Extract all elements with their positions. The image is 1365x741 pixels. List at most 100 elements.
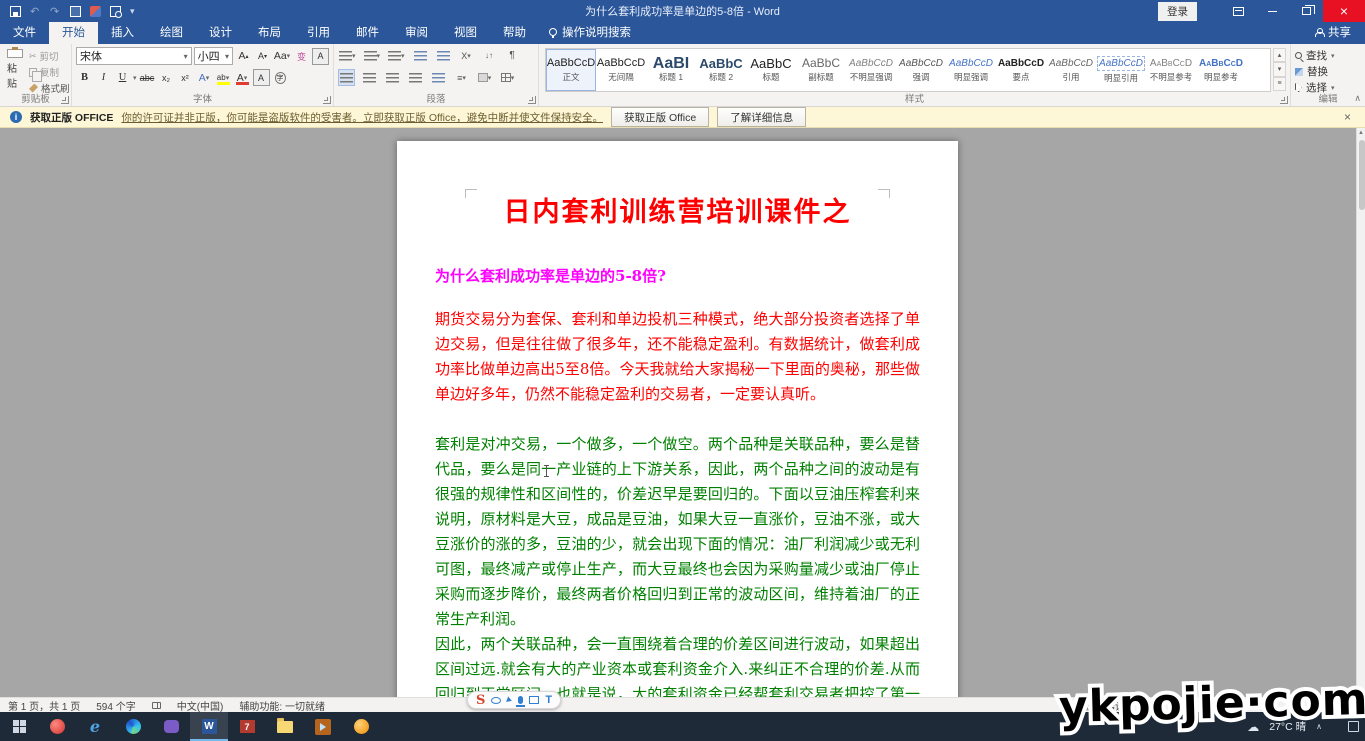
justify-button[interactable] — [407, 69, 424, 86]
taskbar-icon-orange[interactable] — [342, 712, 380, 741]
ribbon-display-options-button[interactable] — [1221, 0, 1255, 22]
restore-button[interactable] — [1289, 0, 1323, 22]
share-button[interactable]: 共享 — [1301, 20, 1365, 44]
s-logo-icon[interactable]: S — [476, 694, 485, 707]
strikethrough-button[interactable]: abc — [139, 69, 156, 86]
copy-button[interactable]: 复制 — [29, 65, 70, 79]
print-preview-icon[interactable] — [110, 6, 121, 17]
taskbar-icon-recorder[interactable] — [304, 712, 342, 741]
paste-button[interactable]: 粘贴 — [4, 47, 26, 92]
paragraph-dialog-launcher[interactable] — [528, 96, 536, 104]
accessibility-status[interactable]: 辅助功能: 一切就绪 — [239, 698, 325, 713]
font-dialog-launcher[interactable] — [323, 96, 331, 104]
ribbon-tab[interactable]: 引用 — [294, 20, 343, 44]
bullets-button[interactable]: ▾ — [338, 47, 357, 64]
style-item[interactable]: AaBbCcD 明显强调 — [946, 49, 996, 91]
change-case-button[interactable]: Aa▾ — [273, 48, 291, 65]
ribbon-tab[interactable]: 邮件 — [343, 20, 392, 44]
ribbon-tab[interactable]: 视图 — [441, 20, 490, 44]
shading-button[interactable]: ▾ — [476, 69, 493, 86]
scroll-up-icon[interactable]: ▲ — [1357, 128, 1365, 138]
asian-layout-button[interactable]: X▾ — [458, 47, 475, 64]
italic-button[interactable]: I — [95, 69, 112, 86]
bold-button[interactable]: B — [76, 69, 93, 86]
language-indicator[interactable]: 中文(中国) — [177, 698, 224, 713]
message-bar-close-icon[interactable]: × — [1340, 110, 1355, 124]
document-page[interactable]: 日内套利训练营培训课件之 为什么套利成功率是单边的5-8倍? 期货交易分为套保、… — [397, 141, 958, 697]
ribbon-tab[interactable]: 设计 — [196, 20, 245, 44]
ribbon-tab[interactable]: 开始 — [49, 20, 98, 44]
numbering-button[interactable]: ▾ — [363, 47, 382, 64]
taskbar-icon-gamebar[interactable] — [152, 712, 190, 741]
style-item[interactable]: AaBbCcD 要点 — [996, 49, 1046, 91]
sign-in-button[interactable]: 登录 — [1158, 2, 1197, 21]
taskbar-icon-explorer[interactable] — [266, 712, 304, 741]
taskbar-icon-word[interactable]: W — [190, 712, 228, 741]
shrink-font-button[interactable]: A▾ — [254, 48, 271, 65]
word-count[interactable]: 594 个字 — [96, 698, 135, 713]
text-effects-button[interactable]: A▾ — [196, 69, 213, 86]
microphone-icon[interactable] — [518, 696, 523, 704]
page-indicator[interactable]: 第 1 页，共 1 页 — [8, 698, 80, 713]
get-genuine-office-button[interactable]: 获取正版 Office — [611, 107, 709, 127]
align-left-button[interactable] — [338, 69, 355, 86]
decrease-indent-button[interactable] — [412, 47, 429, 64]
customize-qat-icon[interactable] — [130, 5, 135, 17]
subscript-button[interactable]: x₂ — [158, 69, 175, 86]
replace-button[interactable]: 替换 — [1295, 64, 1361, 79]
style-item[interactable]: AaBbCcD 正文 — [546, 49, 596, 91]
line-spacing-button[interactable]: ≡▾ — [453, 69, 470, 86]
show-hide-marks-button[interactable]: ¶ — [504, 47, 521, 64]
style-item[interactable]: AaBbCcD 明显引用 — [1096, 49, 1146, 91]
ribbon-tab[interactable]: 文件 — [0, 20, 49, 44]
new-document-icon[interactable] — [70, 6, 81, 17]
undo-icon[interactable] — [30, 6, 41, 17]
minimize-button[interactable] — [1255, 0, 1289, 22]
style-item[interactable]: AaBbCcD 不明显强调 — [846, 49, 896, 91]
enclose-characters-button[interactable]: 字 — [272, 69, 289, 86]
gallery-up-icon[interactable]: ▴ — [1273, 48, 1286, 62]
style-item[interactable]: AaBbCcD 无间隔 — [596, 49, 646, 91]
font-name-combo[interactable]: 宋体▾ — [76, 47, 192, 65]
find-button[interactable]: 查找▾ — [1295, 48, 1361, 63]
vertical-scrollbar[interactable]: ▲ — [1356, 128, 1365, 697]
style-item[interactable]: AaBbC 副标题 — [796, 49, 846, 91]
increase-indent-button[interactable] — [435, 47, 452, 64]
superscript-button[interactable]: x² — [177, 69, 194, 86]
panel-icon[interactable] — [529, 696, 539, 704]
cut-button[interactable]: 剪切 — [29, 49, 70, 63]
highlight-button[interactable]: ab▾ — [215, 69, 232, 86]
phonetic-guide-button[interactable]: 变 — [293, 48, 310, 65]
tell-me-search[interactable]: 操作说明搜索 — [539, 20, 641, 44]
taskbar-icon-edge[interactable] — [114, 712, 152, 741]
ribbon-tab[interactable]: 绘图 — [147, 20, 196, 44]
underline-button[interactable]: U — [114, 69, 131, 86]
ribbon-tab[interactable]: 布局 — [245, 20, 294, 44]
style-item[interactable]: AaBbCcD 引用 — [1046, 49, 1096, 91]
gallery-more-icon[interactable]: ≡ — [1273, 77, 1286, 91]
grow-font-button[interactable]: A▴ — [235, 48, 252, 65]
align-right-button[interactable] — [384, 69, 401, 86]
redo-icon[interactable] — [50, 6, 61, 17]
taskbar-icon-7z[interactable]: 7 — [228, 712, 266, 741]
ribbon-tab[interactable]: 插入 — [98, 20, 147, 44]
start-button[interactable] — [0, 712, 38, 741]
style-item[interactable]: AaBbCcD 强调 — [896, 49, 946, 91]
style-item[interactable]: AaBbCcD 明显参考 — [1196, 49, 1246, 91]
align-center-button[interactable] — [361, 69, 378, 86]
multilevel-list-button[interactable]: ▾ — [387, 47, 406, 64]
style-item[interactable]: AaBI 标题 1 — [646, 49, 696, 91]
proofing-icon[interactable] — [152, 702, 161, 709]
ribbon-tab[interactable]: 审阅 — [392, 20, 441, 44]
learn-more-button[interactable]: 了解详细信息 — [717, 107, 806, 127]
save-icon[interactable] — [10, 6, 21, 17]
styles-dialog-launcher[interactable] — [1280, 96, 1288, 104]
scrollbar-thumb[interactable] — [1359, 140, 1365, 210]
font-color-button[interactable]: A▾ — [234, 69, 251, 86]
sort-button[interactable]: ↓↑ — [481, 47, 498, 64]
taskbar-icon-360[interactable] — [38, 712, 76, 741]
collapse-ribbon-icon[interactable]: ∧ — [1354, 93, 1361, 104]
taskbar-icon-ie[interactable]: e — [76, 712, 114, 741]
character-shading-button[interactable]: A — [253, 69, 270, 86]
character-border-button[interactable]: A — [312, 48, 329, 65]
